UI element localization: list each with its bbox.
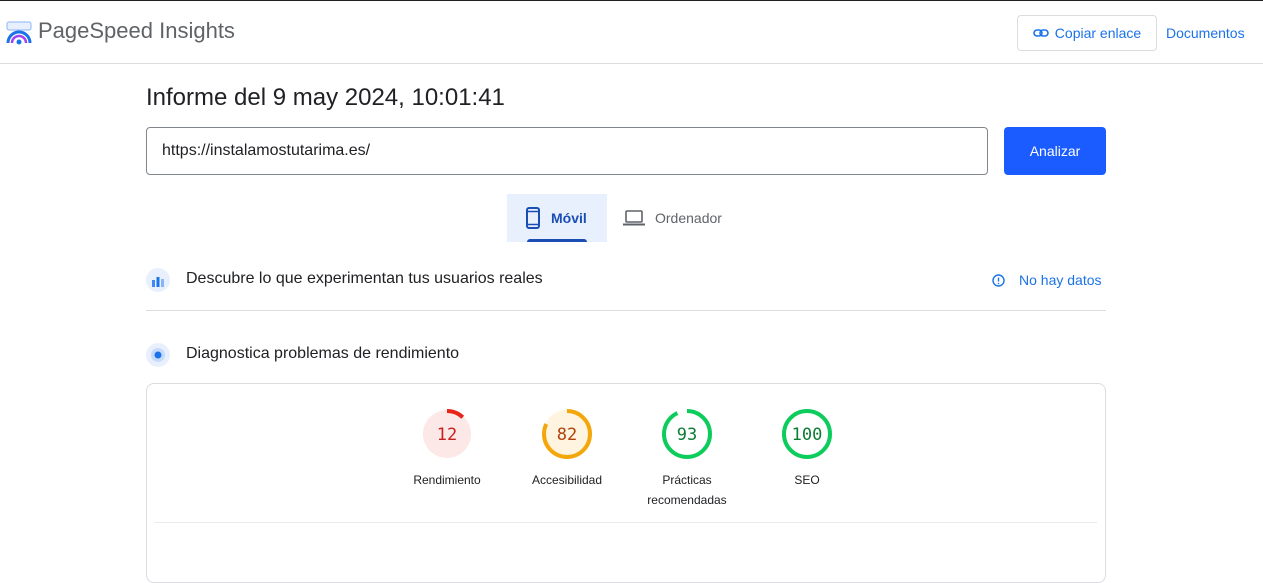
url-input[interactable] [146, 127, 988, 175]
users-chart-icon [146, 268, 170, 292]
tab-desktop-label: Ordenador [655, 210, 722, 226]
link-icon [1032, 29, 1049, 37]
app-title: PageSpeed Insights [38, 18, 235, 43]
label-accessibility: Accesibilidad [531, 473, 603, 487]
docs-link[interactable]: Documentos [1166, 25, 1245, 41]
score-performance: 12 [437, 425, 457, 445]
lab-data-title: Diagnostica problemas de rendimiento [186, 345, 460, 362]
copy-link-button[interactable]: Copiar enlace [1017, 15, 1157, 51]
smartphone-icon [526, 207, 540, 229]
diagnostics-icon [146, 343, 170, 367]
laptop-icon [623, 210, 645, 226]
no-data-label: No hay datos [1019, 272, 1102, 288]
info-icon [992, 273, 1005, 287]
copy-link-label: Copiar enlace [1054, 25, 1142, 41]
gauge-performance[interactable]: 12 Rendimiento [387, 408, 507, 490]
score-seo: 100 [792, 425, 823, 445]
gauge-accessibility[interactable]: 82 Accesibilidad [507, 408, 627, 490]
tab-mobile-label: Móvil [551, 210, 587, 226]
gauge-seo[interactable]: 100 SEO [747, 408, 867, 490]
card-divider [155, 522, 1097, 523]
top-bar: PageSpeed Insights Copiar enlace Documen… [0, 0, 1263, 64]
label-performance: Rendimiento [413, 473, 481, 487]
pagespeed-logo-icon [6, 21, 32, 45]
label-best-practices: Prácticas recomendadas [647, 473, 727, 507]
tab-desktop[interactable]: Ordenador [623, 194, 743, 242]
report-title: Informe del 9 may 2024, 10:01:41 [146, 84, 505, 111]
section-divider [146, 310, 1106, 311]
score-best-practices: 93 [677, 425, 697, 445]
field-data-title: Descubre lo que experimentan tus usuario… [186, 270, 543, 287]
analyze-button[interactable]: Analizar [1004, 127, 1106, 175]
tab-mobile[interactable]: Móvil [507, 194, 607, 242]
label-seo: SEO [794, 473, 820, 487]
no-data-status[interactable]: No hay datos [992, 272, 1102, 288]
gauge-best-practices[interactable]: 93 Prácticas recomendadas [627, 408, 747, 510]
scores-card: 12 Rendimiento 82 Accesibilidad 93 Práct… [146, 383, 1106, 583]
score-accessibility: 82 [557, 425, 577, 445]
